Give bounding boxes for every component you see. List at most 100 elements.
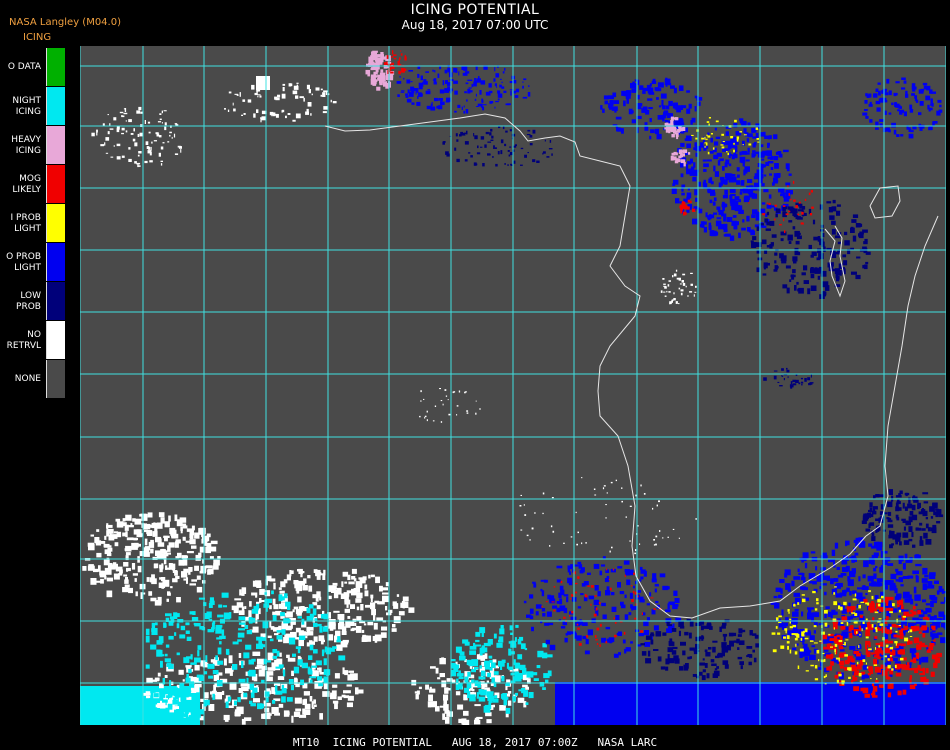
icing-region-blue <box>613 653 619 658</box>
icing-region-blue <box>773 134 778 140</box>
no-retrieval-cloud <box>100 578 104 584</box>
no-retrieval-cloud <box>667 536 669 538</box>
mog-likely-core <box>873 658 878 665</box>
icing-region-navy <box>464 141 469 145</box>
no-retrieval-cloud <box>199 570 206 574</box>
no-retrieval-cloud <box>169 131 172 134</box>
icing-region-blue <box>760 175 763 179</box>
no-retrieval-cloud <box>323 106 328 110</box>
no-retrieval-cloud <box>113 531 119 534</box>
night-icing-cloud <box>298 659 302 665</box>
night-icing-cloud <box>149 698 153 702</box>
icing-region-blue <box>500 78 502 80</box>
night-icing-cloud <box>190 662 197 665</box>
no-retrieval-cloud <box>259 95 262 98</box>
icing-region-navy <box>800 377 803 380</box>
icing-region-navy <box>930 516 934 519</box>
icing-region-blue <box>764 174 767 177</box>
icing-region-blue <box>775 151 780 155</box>
prob-light-yellow <box>858 604 861 609</box>
no-retrieval-cloud <box>292 90 298 95</box>
icing-region-blue <box>904 598 911 603</box>
icing-region-blue <box>593 599 600 606</box>
mog-likely-core <box>879 684 885 688</box>
heavy-icing-core <box>666 123 672 128</box>
no-retrieval-cloud <box>442 403 444 406</box>
no-retrieval-cloud <box>257 658 265 665</box>
prob-light-yellow <box>871 624 874 628</box>
prob-light-yellow <box>865 618 868 621</box>
night-icing-cloud <box>458 670 461 676</box>
icing-region-blue <box>467 79 473 81</box>
icing-region-blue <box>681 192 685 196</box>
mog-likely-core <box>899 636 904 639</box>
icing-region-blue <box>743 128 747 134</box>
night-icing-cloud <box>517 639 522 645</box>
no-retrieval-cloud <box>458 718 462 723</box>
icing-region-blue <box>564 637 568 643</box>
mog-likely-core <box>614 622 617 624</box>
icing-region-blue <box>504 67 506 71</box>
no-retrieval-cloud <box>663 291 666 293</box>
mog-likely-core <box>877 656 881 660</box>
no-retrieval-cloud <box>133 128 135 132</box>
no-retrieval-cloud <box>526 534 529 537</box>
icing-region-blue <box>909 109 914 113</box>
icing-region-blue <box>878 98 882 103</box>
no-retrieval-cloud <box>356 606 360 611</box>
icing-region-blue <box>869 557 874 562</box>
mog-likely-core <box>574 591 578 594</box>
icing-region-blue <box>495 73 500 78</box>
mog-likely-core <box>594 595 597 597</box>
icing-region-blue <box>625 647 631 652</box>
icing-region-navy <box>773 375 777 380</box>
heavy-icing-core <box>683 162 686 167</box>
icing-region-blue <box>729 189 736 193</box>
mog-likely-core <box>881 650 884 654</box>
legend-item-mog-likely: MOG LIKELY <box>0 165 65 204</box>
no-retrieval-cloud <box>171 533 179 539</box>
night-icing-cloud <box>505 683 510 686</box>
icing-region-blue <box>406 98 412 103</box>
no-retrieval-cloud <box>125 545 132 552</box>
night-icing-cloud <box>520 643 526 650</box>
icing-region-navy <box>896 532 902 538</box>
icing-region-navy <box>781 375 784 377</box>
mog-likely-core <box>779 223 782 226</box>
icing-region-blue <box>425 71 429 73</box>
prob-light-yellow <box>838 605 841 610</box>
icing-region-blue <box>794 608 799 612</box>
no-retrieval-cloud <box>298 639 304 647</box>
no-retrieval-cloud <box>236 602 244 608</box>
no-retrieval-cloud <box>354 623 357 626</box>
no-retrieval-cloud <box>294 697 302 704</box>
icing-region-blue <box>617 631 622 636</box>
night-icing-cloud <box>232 641 239 645</box>
no-retrieval-cloud <box>552 530 555 533</box>
night-icing-cloud <box>102 716 109 719</box>
no-retrieval-cloud <box>318 572 322 576</box>
icing-region-blue <box>727 143 732 150</box>
icing-region-blue <box>826 575 830 581</box>
no-retrieval-cloud <box>689 291 693 293</box>
no-retrieval-cloud <box>663 285 666 287</box>
icing-region-blue <box>661 99 664 106</box>
icing-region-blue <box>399 76 401 78</box>
legend-item-no-retrieval: NO RETRVL <box>0 321 65 360</box>
prob-light-yellow <box>889 646 894 650</box>
no-retrieval-cloud <box>116 143 121 147</box>
icing-region-navy <box>797 288 800 292</box>
icing-region-navy <box>749 630 753 636</box>
icing-region-blue <box>923 85 927 90</box>
mog-likely-core <box>785 213 789 216</box>
icing-region-navy <box>789 279 792 282</box>
night-icing-cloud <box>478 676 486 680</box>
no-retrieval-cloud <box>356 592 363 599</box>
no-retrieval-cloud <box>320 88 323 91</box>
icing-region-navy <box>509 146 512 148</box>
icing-region-navy <box>708 647 712 650</box>
mog-likely-core <box>920 626 927 631</box>
icing-region-blue <box>871 581 877 587</box>
icing-region-blue <box>767 156 774 160</box>
mog-likely-core <box>901 664 907 670</box>
